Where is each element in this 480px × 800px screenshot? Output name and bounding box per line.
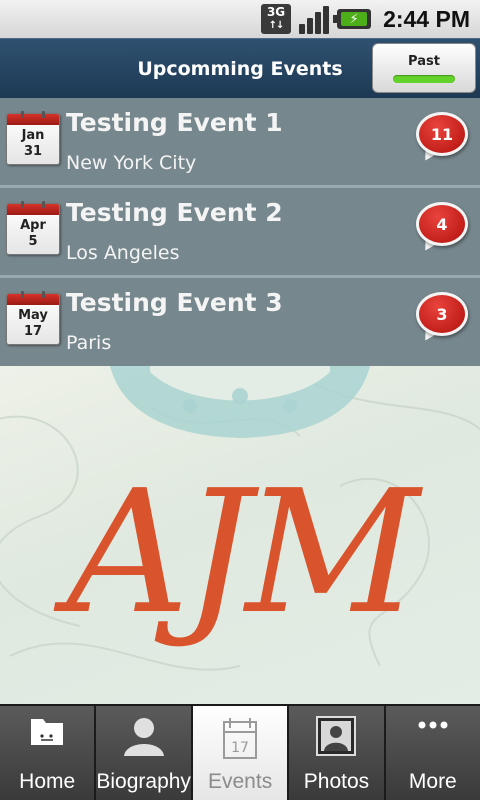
comment-count-badge[interactable]: 3: [416, 292, 470, 345]
tab-label: Events: [208, 770, 273, 793]
comment-count: 4: [436, 214, 448, 234]
battery-charging-icon: ⚡: [333, 9, 372, 29]
home-folder-icon: [30, 716, 64, 750]
event-month: Jan: [21, 128, 45, 143]
event-row[interactable]: Jan 31 Testing Event 1 New York City 11: [0, 98, 480, 188]
network-label: 3G: [266, 5, 286, 19]
comment-count: 3: [436, 304, 448, 324]
network-3g-icon: 3G ↑↓: [261, 4, 292, 34]
bottom-tab-bar: Home Biography 17 Events Photos More: [0, 704, 480, 800]
calendar-icon: 17: [220, 716, 260, 764]
event-row[interactable]: May 17 Testing Event 3 Paris 3: [0, 278, 480, 366]
comment-count-badge[interactable]: 4: [416, 202, 470, 255]
tab-events[interactable]: 17 Events: [192, 706, 288, 800]
event-day: 17: [23, 324, 43, 339]
event-month: May: [18, 308, 48, 323]
header-bar: Upcomming Events Past: [0, 38, 480, 98]
tab-more[interactable]: More: [385, 706, 480, 800]
event-location: Paris: [66, 332, 112, 354]
status-time: 2:44 PM: [383, 5, 470, 32]
event-location: Los Angeles: [66, 242, 180, 264]
banner-artwork: AJM: [0, 366, 480, 671]
tab-biography[interactable]: Biography: [96, 706, 191, 800]
event-day: 5: [28, 234, 38, 249]
event-day: 31: [23, 144, 43, 159]
status-bar: 3G ↑↓ ⚡ 2:44 PM: [0, 0, 480, 38]
tab-photos[interactable]: Photos: [289, 706, 384, 800]
event-month: Apr: [20, 218, 46, 233]
event-title: Testing Event 3: [66, 288, 283, 317]
calendar-date-icon: Jan 31: [6, 111, 60, 165]
event-title: Testing Event 1: [66, 108, 283, 137]
past-button-label: Past: [408, 53, 440, 69]
comment-count-badge[interactable]: 11: [416, 112, 470, 165]
calendar-date-icon: May 17: [6, 291, 60, 345]
past-toggle-indicator: [393, 74, 455, 83]
signal-strength-icon: [299, 4, 330, 34]
person-icon: [122, 716, 166, 760]
event-title: Testing Event 2: [66, 198, 283, 227]
calendar-icon-day: 17: [231, 740, 249, 756]
monogram-text: AJM: [54, 454, 424, 652]
tab-label: Biography: [96, 770, 191, 793]
more-dots-icon: [418, 716, 448, 735]
calendar-date-icon: Apr 5: [6, 201, 60, 255]
event-list: Jan 31 Testing Event 1 New York City 11 …: [0, 98, 480, 366]
tab-label: Photos: [303, 770, 370, 793]
event-location: New York City: [66, 152, 197, 174]
past-events-button[interactable]: Past: [372, 43, 476, 93]
photo-icon: [316, 716, 357, 760]
tab-home[interactable]: Home: [0, 706, 95, 800]
monogram-banner: AJM: [0, 366, 480, 704]
tab-label: More: [408, 770, 457, 793]
comment-count: 11: [430, 124, 454, 144]
page-title: Upcomming Events: [137, 58, 343, 80]
event-row[interactable]: Apr 5 Testing Event 2 Los Angeles 4: [0, 188, 480, 278]
tab-label: Home: [19, 770, 76, 793]
